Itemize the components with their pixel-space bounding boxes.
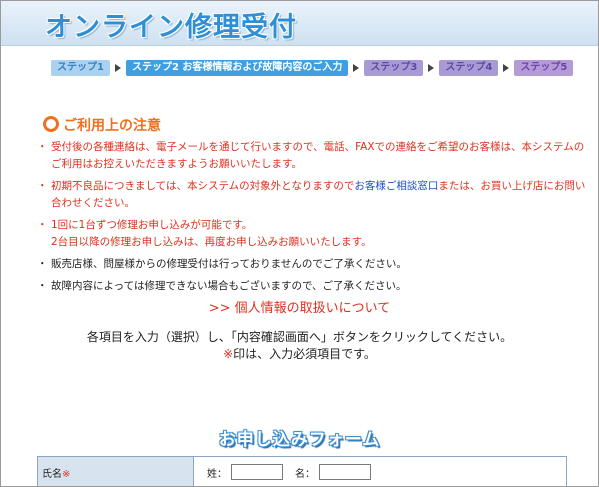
notice-item-repair-limit: 故障内容によっては修理できない場合もございますので、ご了承ください。 (37, 278, 586, 295)
notice-item-initial-defect: 初期不良品につきましては、本システムの対象外となりますのでお客様ご相談窓口または… (37, 178, 586, 212)
notice-item-text: 2台目以降の修理お申し込みは、再度お申し込みお願いいたします。 (51, 236, 372, 248)
name-form-row: 氏名※ 姓： 名： (37, 456, 567, 486)
step-arrow-icon (503, 64, 510, 72)
required-mark: ※ (223, 347, 234, 361)
required-note-text: 印は、入力必須項目です。 (233, 347, 376, 361)
circle-bullet-icon (43, 116, 59, 132)
privacy-policy-link[interactable]: >> 個人情報の取扱いについて (1, 297, 598, 316)
notice-item-contact: 受付後の各種連絡は、電子メールを通じて行いますので、電話、FAXでの連絡をご希望… (37, 139, 586, 173)
page-title: オンライン修理受付 (45, 12, 297, 43)
notice-heading-text: ご利用上の注意 (63, 118, 161, 134)
step-2-current: ステップ2 お客様情報および故障内容のご入力 (125, 60, 349, 76)
required-mark: ※ (62, 469, 71, 480)
name-label-text: 氏名 (42, 469, 62, 480)
step-arrow-icon (353, 64, 360, 72)
step-1: ステップ1 (51, 60, 110, 76)
step-3: ステップ3 (364, 60, 424, 76)
notice-item-text: 故障内容によっては修理できない場合もございますので、ご了承ください。 (51, 280, 407, 292)
last-name-input[interactable] (231, 464, 283, 480)
notice-heading: ご利用上の注意 (43, 115, 161, 135)
step-arrow-icon (428, 64, 435, 72)
name-label: 氏名※ (38, 457, 194, 486)
page-frame: オンライン修理受付 ステップ1 ステップ2 お客様情報および故障内容のご入力 ス… (0, 0, 599, 487)
customer-support-link[interactable]: お客様ご相談窓口 (354, 180, 438, 192)
name-fields: 姓： 名： (194, 457, 566, 486)
notice-item-dealers: 販売店様、問屋様からの修理受付は行っておりませんのでご了承ください。 (37, 256, 586, 273)
notice-item-text: 初期不良品につきましては、本システムの対象外となりますので (51, 180, 355, 192)
step-5: ステップ5 (514, 60, 574, 76)
required-note: ※印は、入力必須項目です。 (1, 346, 598, 362)
header-banner: オンライン修理受付 (1, 1, 598, 46)
notice-item-one-per-request: 1回に1台ずつ修理お申し込みが可能です。 2台目以降の修理お申し込みは、再度お申し… (37, 217, 586, 251)
first-name-label: 名： (295, 468, 315, 480)
instruction-text: 各項目を入力（選択）し、「内容確認画面へ」ボタンをクリックしてください。 (86, 330, 513, 344)
notice-item-text: 受付後の各種連絡は、電子メールを通じて行いますので、電話、FAXでの連絡をご希望… (51, 141, 585, 170)
step-indicator: ステップ1 ステップ2 お客様情報および故障内容のご入力 ステップ3 ステップ4… (51, 59, 574, 77)
last-name-label: 姓： (207, 468, 227, 480)
form-heading: お申し込みフォーム (218, 430, 381, 450)
step-arrow-icon (114, 64, 121, 72)
first-name-input[interactable] (319, 464, 371, 480)
notice-list: 受付後の各種連絡は、電子メールを通じて行いますので、電話、FAXでの連絡をご希望… (37, 139, 586, 300)
step-4: ステップ4 (439, 60, 499, 76)
notice-item-text: 販売店様、問屋様からの修理受付は行っておりませんのでご了承ください。 (51, 258, 407, 270)
notice-item-text: 1回に1台ずつ修理お申し込みが可能です。 (51, 219, 253, 231)
